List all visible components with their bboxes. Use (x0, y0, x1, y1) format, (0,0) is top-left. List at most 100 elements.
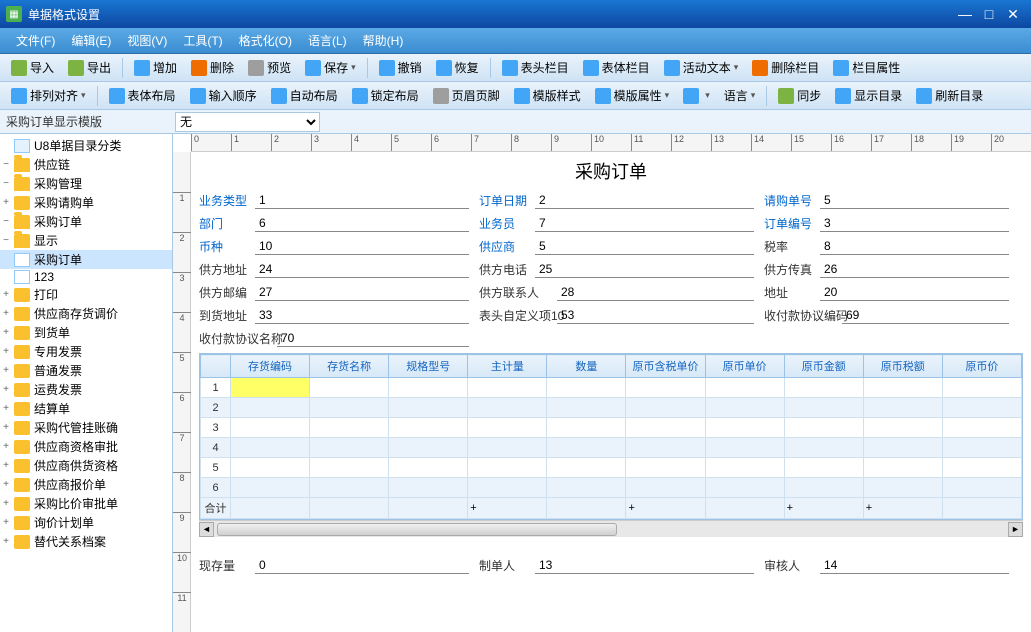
field-cell[interactable]: 订单编号3 (764, 215, 1009, 232)
field-cell[interactable]: 供应商5 (479, 238, 754, 255)
expand-icon[interactable]: + (0, 289, 12, 300)
cell[interactable] (547, 438, 626, 458)
toolbar-button[interactable]: 表头栏目 (496, 57, 575, 78)
menu-item[interactable]: 视图(V) (119, 32, 175, 49)
cell[interactable] (784, 478, 863, 498)
expand-icon[interactable]: + (0, 384, 12, 395)
expand-icon[interactable]: + (0, 441, 12, 452)
cell[interactable] (310, 478, 389, 498)
expand-icon[interactable]: + (0, 517, 12, 528)
cell[interactable] (705, 418, 784, 438)
cell[interactable] (942, 378, 1021, 398)
toolbar-button[interactable]: 模版样式 (508, 85, 587, 106)
expand-icon[interactable]: − (0, 159, 12, 170)
expand-icon[interactable]: + (0, 460, 12, 471)
cell[interactable] (468, 418, 547, 438)
field-value[interactable]: 70 (277, 331, 469, 347)
tree-node[interactable]: −采购管理 (0, 174, 172, 193)
expand-icon[interactable]: + (0, 346, 12, 357)
tree-node[interactable]: +采购比价审批单 (0, 494, 172, 513)
cell[interactable] (231, 418, 310, 438)
table-row[interactable]: 5 (201, 458, 1022, 478)
tree-node[interactable]: +采购请购单 (0, 193, 172, 212)
expand-icon[interactable]: + (0, 197, 12, 208)
cell[interactable] (389, 438, 468, 458)
cell[interactable] (547, 418, 626, 438)
cell[interactable] (389, 418, 468, 438)
tree-node[interactable]: +专用发票 (0, 342, 172, 361)
tree-node[interactable]: +到货单 (0, 323, 172, 342)
field-value[interactable]: 7 (535, 216, 754, 232)
toolbar-button[interactable]: 导出 (62, 57, 117, 78)
tree-node[interactable]: +替代关系档案 (0, 532, 172, 551)
field-value[interactable]: 0 (255, 558, 469, 574)
expand-icon[interactable]: + (0, 498, 12, 509)
grid-hscrollbar[interactable]: ◄ ► (199, 520, 1023, 537)
field-cell[interactable]: 表头自定义项1053 (479, 307, 754, 324)
tree-node[interactable]: −采购订单 (0, 212, 172, 231)
expand-icon[interactable]: − (0, 178, 12, 189)
filter-select[interactable]: 无 (175, 112, 320, 132)
column-header[interactable]: 原币金额 (784, 355, 863, 378)
menu-item[interactable]: 工具(T) (175, 32, 230, 49)
column-header[interactable]: 主计量 (468, 355, 547, 378)
table-row[interactable]: 3 (201, 418, 1022, 438)
field-cell[interactable]: 收付款协议编码69 (764, 307, 1009, 324)
field-value[interactable]: 20 (820, 285, 1009, 301)
tree-node[interactable]: +打印 (0, 285, 172, 304)
cell[interactable] (468, 478, 547, 498)
table-row[interactable]: 6 (201, 478, 1022, 498)
field-value[interactable]: 2 (535, 193, 754, 209)
field-cell[interactable]: 业务员7 (479, 215, 754, 232)
scroll-thumb[interactable] (217, 523, 617, 536)
cell[interactable] (547, 458, 626, 478)
toolbar-button[interactable]: 活动文本▾ (658, 57, 745, 78)
field-value[interactable]: 8 (820, 239, 1009, 255)
cell[interactable] (626, 478, 705, 498)
cell[interactable] (231, 438, 310, 458)
cell[interactable] (863, 418, 942, 438)
column-header[interactable]: 原币含税单价 (626, 355, 705, 378)
toolbar-button[interactable]: 语言▾ (718, 85, 762, 106)
detail-grid[interactable]: 存货编码存货名称规格型号主计量数量原币含税单价原币单价原币金额原币税额原币价12… (199, 353, 1023, 520)
toolbar-button[interactable]: 删除栏目 (746, 57, 825, 78)
table-row[interactable]: 1 (201, 378, 1022, 398)
table-row[interactable]: 4 (201, 438, 1022, 458)
cell[interactable] (468, 438, 547, 458)
cell[interactable] (626, 378, 705, 398)
cell[interactable] (310, 418, 389, 438)
field-cell[interactable]: 地址20 (764, 284, 1009, 301)
cell[interactable] (784, 438, 863, 458)
expand-icon[interactable]: − (0, 216, 12, 227)
field-cell[interactable]: 供方传真26 (764, 261, 1009, 278)
cell[interactable] (784, 378, 863, 398)
cell[interactable] (863, 478, 942, 498)
field-cell[interactable]: 部门6 (199, 215, 469, 232)
cell[interactable] (705, 438, 784, 458)
field-value[interactable]: 6 (255, 216, 469, 232)
cell[interactable] (784, 398, 863, 418)
expand-icon[interactable]: + (0, 536, 12, 547)
cell[interactable] (231, 398, 310, 418)
field-cell[interactable]: 审核人14 (764, 557, 1009, 574)
field-value[interactable]: 14 (820, 558, 1009, 574)
toolbar-button[interactable]: 排列对齐▾ (5, 85, 92, 106)
field-value[interactable]: 25 (535, 262, 754, 278)
tree-node[interactable]: 123 (0, 269, 172, 285)
field-cell[interactable]: 币种10 (199, 238, 469, 255)
minimize-button[interactable]: — (953, 6, 977, 22)
cell[interactable] (389, 478, 468, 498)
cell[interactable] (547, 478, 626, 498)
cell[interactable] (389, 398, 468, 418)
cell[interactable] (310, 458, 389, 478)
cell[interactable] (626, 398, 705, 418)
field-value[interactable]: 26 (820, 262, 1009, 278)
field-value[interactable]: 69 (842, 308, 1009, 324)
expand-icon[interactable]: + (0, 327, 12, 338)
cell[interactable] (942, 418, 1021, 438)
expand-icon[interactable]: + (0, 403, 12, 414)
maximize-button[interactable]: □ (977, 6, 1001, 22)
column-header[interactable]: 存货名称 (310, 355, 389, 378)
toolbar-button[interactable]: ▾ (677, 86, 716, 106)
field-value[interactable]: 5 (820, 193, 1009, 209)
